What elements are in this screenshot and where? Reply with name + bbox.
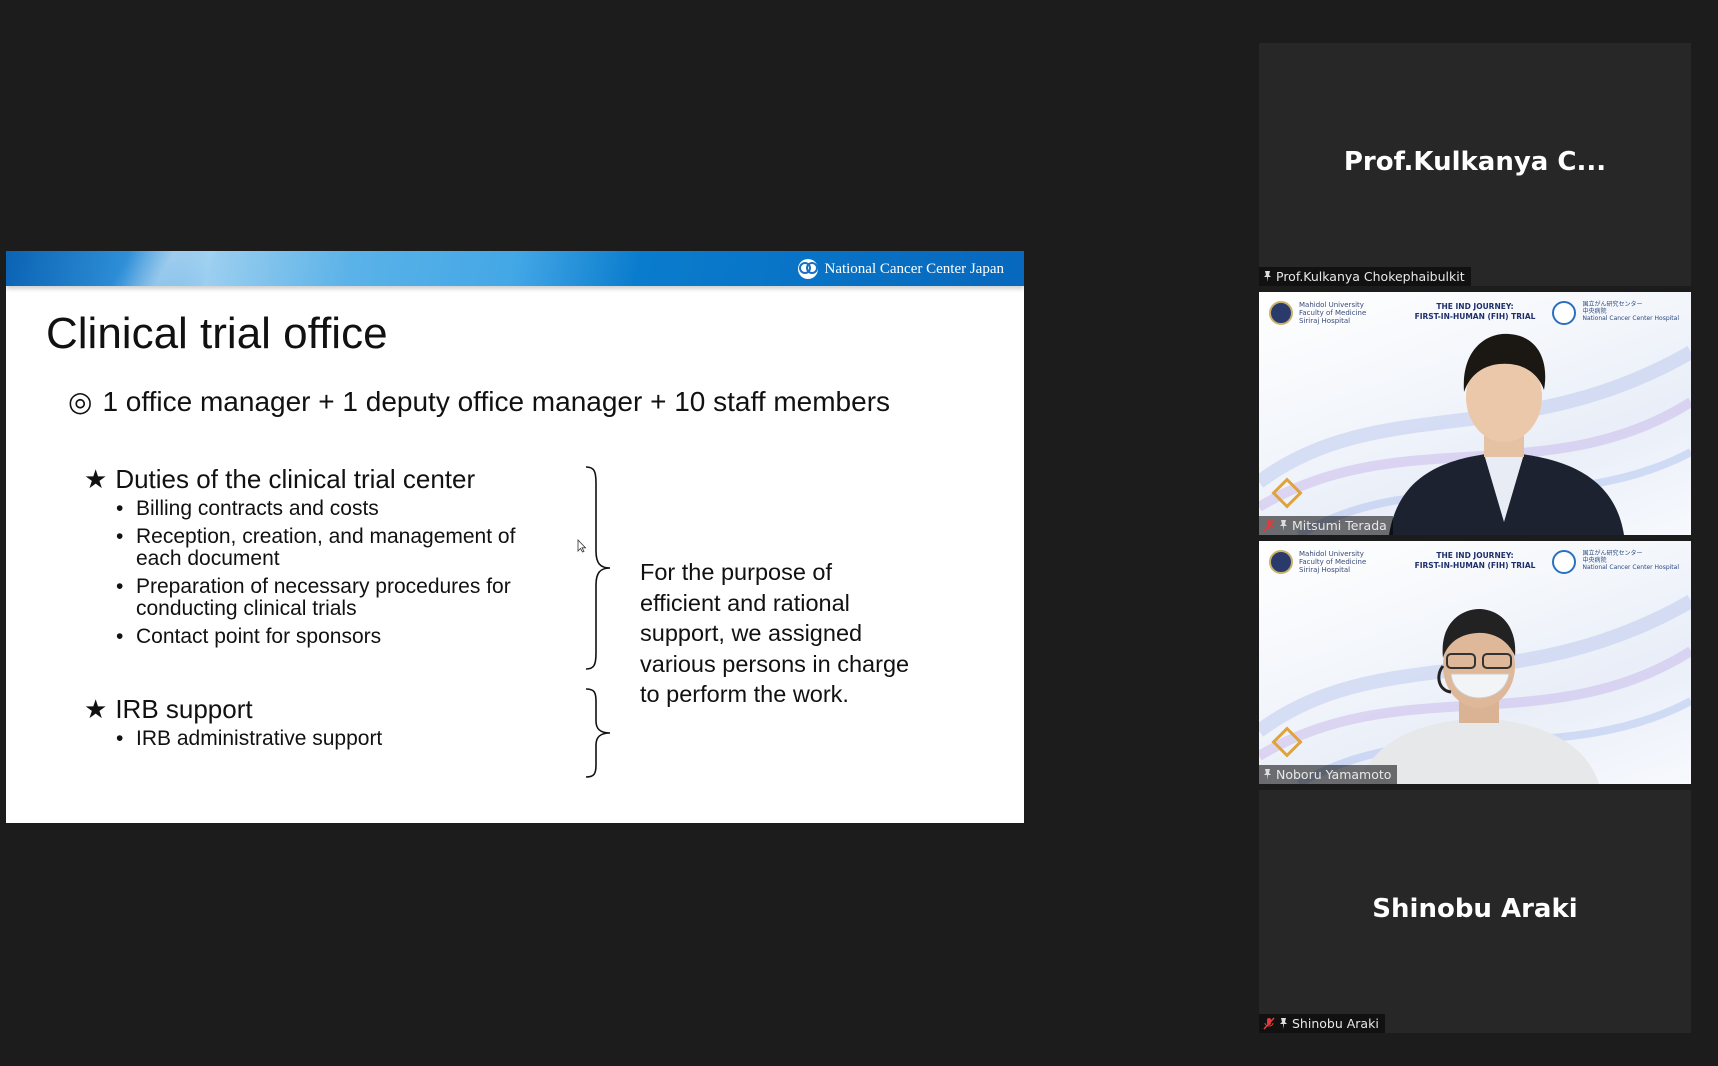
section-heading: IRB support <box>115 694 253 724</box>
pin-icon <box>1280 1018 1287 1029</box>
participant-name: Shinobu Araki <box>1292 1016 1379 1031</box>
list-item: Billing contracts and costs <box>116 498 566 521</box>
mouse-cursor-icon <box>577 539 587 553</box>
section-heading: Duties of the clinical trial center <box>115 464 476 494</box>
participant-name-tag: Noboru Yamamoto <box>1259 765 1398 784</box>
irb-list: IRB administrative support <box>116 728 566 756</box>
bg-text: National Cancer Center Hospital <box>1582 315 1679 322</box>
right-brace-icon <box>585 466 611 670</box>
slide-header-bar: National Cancer Center Japan <box>6 251 1024 286</box>
section-irb: ★ IRB support <box>84 694 253 725</box>
shared-slide: National Cancer Center Japan Clinical tr… <box>6 251 1024 823</box>
list-item: Preparation of necessary procedures for … <box>116 576 566 620</box>
duties-list: Billing contracts and costs Reception, c… <box>116 498 566 654</box>
participant-tile-shinobu[interactable]: Shinobu Araki Shinobu Araki <box>1259 790 1691 1033</box>
participant-name: Mitsumi Terada <box>1292 518 1387 533</box>
purpose-note: For the purpose of efficient and rationa… <box>640 559 910 707</box>
participant-display-name: Prof.Kulkanya C... <box>1343 147 1607 177</box>
bg-text: 中央病院 <box>1582 557 1607 564</box>
star-icon: ★ <box>84 694 108 724</box>
pin-icon <box>1280 520 1287 531</box>
staff-summary: ◎ 1 office manager + 1 deputy office man… <box>68 385 890 418</box>
participant-name-tag: Shinobu Araki <box>1259 1014 1385 1033</box>
participant-video-person <box>1359 608 1599 784</box>
participant-tile-noboru[interactable]: Mahidol University Faculty of Medicine S… <box>1259 541 1691 784</box>
participant-name-tag: Mitsumi Terada <box>1259 516 1393 535</box>
participant-tile-kulkanya[interactable]: Prof.Kulkanya C... Prof.Kulkanya Chokeph… <box>1259 43 1691 286</box>
participant-video-person <box>1389 333 1624 535</box>
participant-display-name: Shinobu Araki <box>1372 894 1578 924</box>
pin-icon <box>1264 769 1271 780</box>
slide-title: Clinical trial office <box>46 309 388 358</box>
bg-text: 中央病院 <box>1582 308 1607 315</box>
double-circle-icon: ◎ <box>68 386 93 417</box>
ncc-logo-icon <box>798 259 819 279</box>
participant-name: Noboru Yamamoto <box>1276 767 1392 782</box>
bg-text: 国立がん研究センター <box>1582 550 1643 557</box>
list-item: IRB administrative support <box>116 728 566 751</box>
ncc-logo-icon <box>1552 550 1577 574</box>
org-branding: National Cancer Center Japan <box>798 259 1004 279</box>
org-name: National Cancer Center Japan <box>824 260 1004 277</box>
bg-text: National Cancer Center Hospital <box>1582 564 1679 571</box>
star-icon: ★ <box>84 464 108 494</box>
staff-summary-text: 1 office manager + 1 deputy office manag… <box>102 385 891 417</box>
right-brace-icon <box>585 688 611 778</box>
participant-name: Prof.Kulkanya Chokephaibulkit <box>1276 269 1465 284</box>
bg-text: 国立がん研究センター <box>1582 301 1643 308</box>
section-duties: ★ Duties of the clinical trial center <box>84 464 475 495</box>
virtual-background-banner: Mahidol University Faculty of Medicine S… <box>1259 541 1691 581</box>
list-item: Contact point for sponsors <box>116 626 566 649</box>
mic-muted-icon <box>1263 519 1275 532</box>
participant-name-tag: Prof.Kulkanya Chokephaibulkit <box>1259 267 1471 286</box>
participant-tile-mitsumi[interactable]: Mahidol University Faculty of Medicine S… <box>1259 292 1691 535</box>
list-item: Reception, creation, and management of e… <box>116 526 566 570</box>
pin-icon <box>1264 271 1271 282</box>
mic-muted-icon <box>1263 1017 1275 1030</box>
